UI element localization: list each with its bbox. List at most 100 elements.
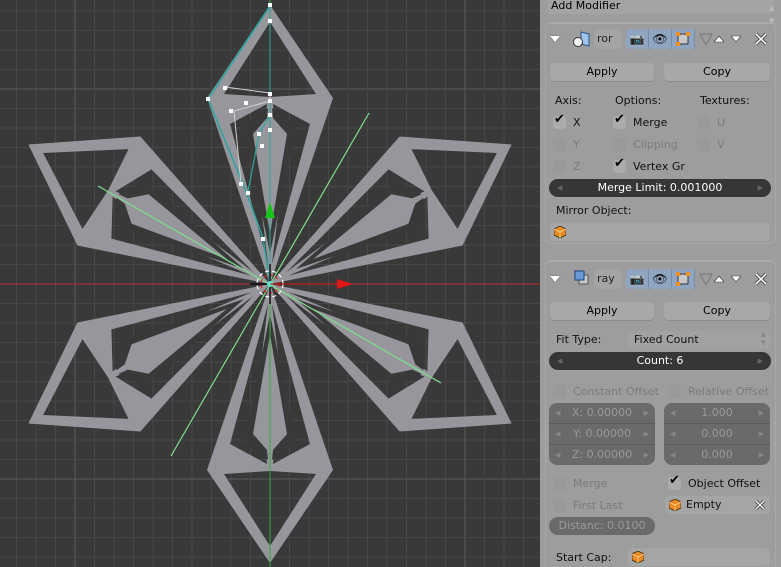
vertex: [268, 92, 272, 96]
vertex: [268, 19, 272, 23]
copy-button[interactable]: Copy: [664, 302, 770, 320]
relative-offset-y-value: 0.000: [701, 427, 733, 440]
clipping-label: Clipping: [633, 138, 678, 151]
object-cube-icon: [632, 551, 644, 563]
fit-type-dropdown[interactable]: Fixed Count ▲ ▼: [628, 330, 770, 349]
decrement-arrow-icon: ◀: [557, 184, 563, 192]
add-modifier-label: Add Modifier: [551, 0, 621, 12]
axis-z-checkbox[interactable]: [553, 160, 566, 173]
constant-offset-z-value: Z: 0.00000: [571, 448, 633, 461]
render-toggle[interactable]: 📷: [626, 29, 649, 49]
texture-u-checkbox[interactable]: [697, 116, 710, 129]
axis-z-label: Z: [573, 160, 581, 173]
panel-scroll-arrows[interactable]: ▲ ▼: [769, 0, 777, 25]
start-cap-field[interactable]: [628, 548, 770, 566]
offset-object-name: Empty: [686, 498, 722, 511]
remove-modifier-icon[interactable]: [754, 272, 768, 286]
add-modifier-dropdown[interactable]: Add Modifier: [548, 0, 774, 14]
copy-button[interactable]: Copy: [664, 63, 770, 81]
editmode-toggle[interactable]: [672, 269, 695, 289]
apply-button[interactable]: Apply: [550, 63, 654, 81]
editmode-icon: [676, 272, 690, 286]
constant-offset-y-field[interactable]: ◀ Y: 0.00000 ▶: [549, 424, 655, 445]
array-modifier-icon: [574, 270, 589, 285]
merge-label: Merge: [633, 116, 668, 129]
vertex: [268, 3, 272, 7]
array-merge-checkbox[interactable]: [553, 477, 566, 490]
object-cube-icon: [669, 499, 681, 511]
move-up-button[interactable]: [710, 269, 727, 289]
viewport-toggle[interactable]: 👁: [649, 29, 672, 49]
object-offset-label: Object Offset: [688, 477, 761, 490]
relative-offset-x-field[interactable]: ◀ 1.000 ▶: [664, 403, 770, 424]
mirror-object-field[interactable]: [550, 223, 770, 241]
arrow-down-icon: [730, 35, 741, 43]
vertex: [268, 128, 272, 132]
count-slider[interactable]: ◀ Count: 6 ▶: [549, 352, 771, 370]
constant-offset-z-field[interactable]: ◀ Z: 0.00000 ▶: [549, 445, 655, 465]
vertex: [260, 144, 264, 148]
render-icon: 📷: [629, 32, 645, 46]
merge-limit-slider[interactable]: ◀ Merge Limit: 0.001000 ▶: [549, 179, 771, 197]
vertex: [268, 113, 272, 117]
arrow-up-icon: [713, 275, 724, 283]
merge-checkbox[interactable]: ✔: [613, 112, 626, 129]
relative-offset-z-value: 0.000: [701, 448, 733, 461]
vertex: [268, 99, 272, 103]
collapse-icon[interactable]: [550, 276, 560, 282]
modifier-visibility-toggles: 📷 👁: [626, 269, 717, 289]
texture-v-checkbox[interactable]: [697, 138, 710, 151]
vertex-groups-checkbox[interactable]: ✔: [613, 156, 626, 173]
axis-x-checkbox[interactable]: ✔: [553, 112, 566, 129]
object-offset-checkbox[interactable]: ✔: [668, 473, 681, 490]
array-modifier-header: ray 📷 👁: [540, 268, 781, 296]
move-up-button[interactable]: [710, 29, 727, 49]
vertex-groups-label: Vertex Gr: [633, 160, 685, 173]
vertex: [246, 191, 250, 195]
first-last-checkbox[interactable]: [553, 499, 566, 512]
modifier-name-field[interactable]: ror: [594, 29, 621, 49]
axis-y-checkbox[interactable]: [553, 138, 566, 151]
axis-y-label: Y: [573, 138, 580, 151]
vertex: [229, 109, 233, 113]
relative-offset-label: Relative Offset: [688, 385, 769, 398]
collapse-icon[interactable]: [550, 36, 560, 42]
relative-offset-z-field[interactable]: ◀ 0.000 ▶: [664, 445, 770, 465]
eye-icon: 👁: [652, 32, 668, 46]
relative-offset-y-field[interactable]: ◀ 0.000 ▶: [664, 424, 770, 445]
clear-object-icon[interactable]: [754, 499, 766, 511]
editmode-toggle[interactable]: [672, 29, 695, 49]
move-buttons: [710, 29, 744, 49]
constant-offset-x-field[interactable]: ◀ X: 0.00000 ▶: [549, 403, 655, 424]
clipping-checkbox[interactable]: [613, 138, 626, 151]
constant-offset-label: Constant Offset: [573, 385, 659, 398]
remove-modifier-icon[interactable]: [754, 32, 768, 46]
texture-u-label: U: [717, 116, 726, 129]
constant-offset-x-value: X: 0.00000: [571, 406, 633, 419]
eye-icon: 👁: [652, 272, 668, 286]
modifier-name-field[interactable]: ray: [594, 269, 621, 289]
viewport-toggle[interactable]: 👁: [649, 269, 672, 289]
properties-panel: Add Modifier ror 📷 👁 Apply Copy Axis: Op…: [540, 0, 781, 567]
move-down-button[interactable]: [727, 29, 744, 49]
increment-arrow-icon: ▶: [757, 357, 763, 365]
axis-header: Axis:: [555, 94, 582, 107]
offset-object-field[interactable]: Empty: [665, 496, 770, 514]
mirror-modifier-header: ror 📷 👁: [540, 28, 781, 56]
checkmark-icon: ✔: [669, 473, 680, 488]
increment-arrow-icon: ▶: [757, 184, 763, 192]
arrow-up-icon: [713, 35, 724, 43]
mirror-object-label: Mirror Object:: [556, 204, 632, 217]
3d-viewport[interactable]: [0, 0, 540, 567]
merge-distance-field[interactable]: Distanc: 0.0100: [549, 517, 655, 535]
move-down-button[interactable]: [727, 269, 744, 289]
constant-offset-checkbox[interactable]: [553, 385, 566, 398]
vertex: [257, 132, 261, 136]
render-icon: 📷: [629, 272, 645, 286]
viewport-canvas[interactable]: [0, 0, 540, 567]
first-last-label: First Last: [573, 499, 623, 512]
vertex: [261, 237, 265, 241]
relative-offset-checkbox[interactable]: [668, 385, 681, 398]
apply-button[interactable]: Apply: [550, 302, 654, 320]
render-toggle[interactable]: 📷: [626, 269, 649, 289]
